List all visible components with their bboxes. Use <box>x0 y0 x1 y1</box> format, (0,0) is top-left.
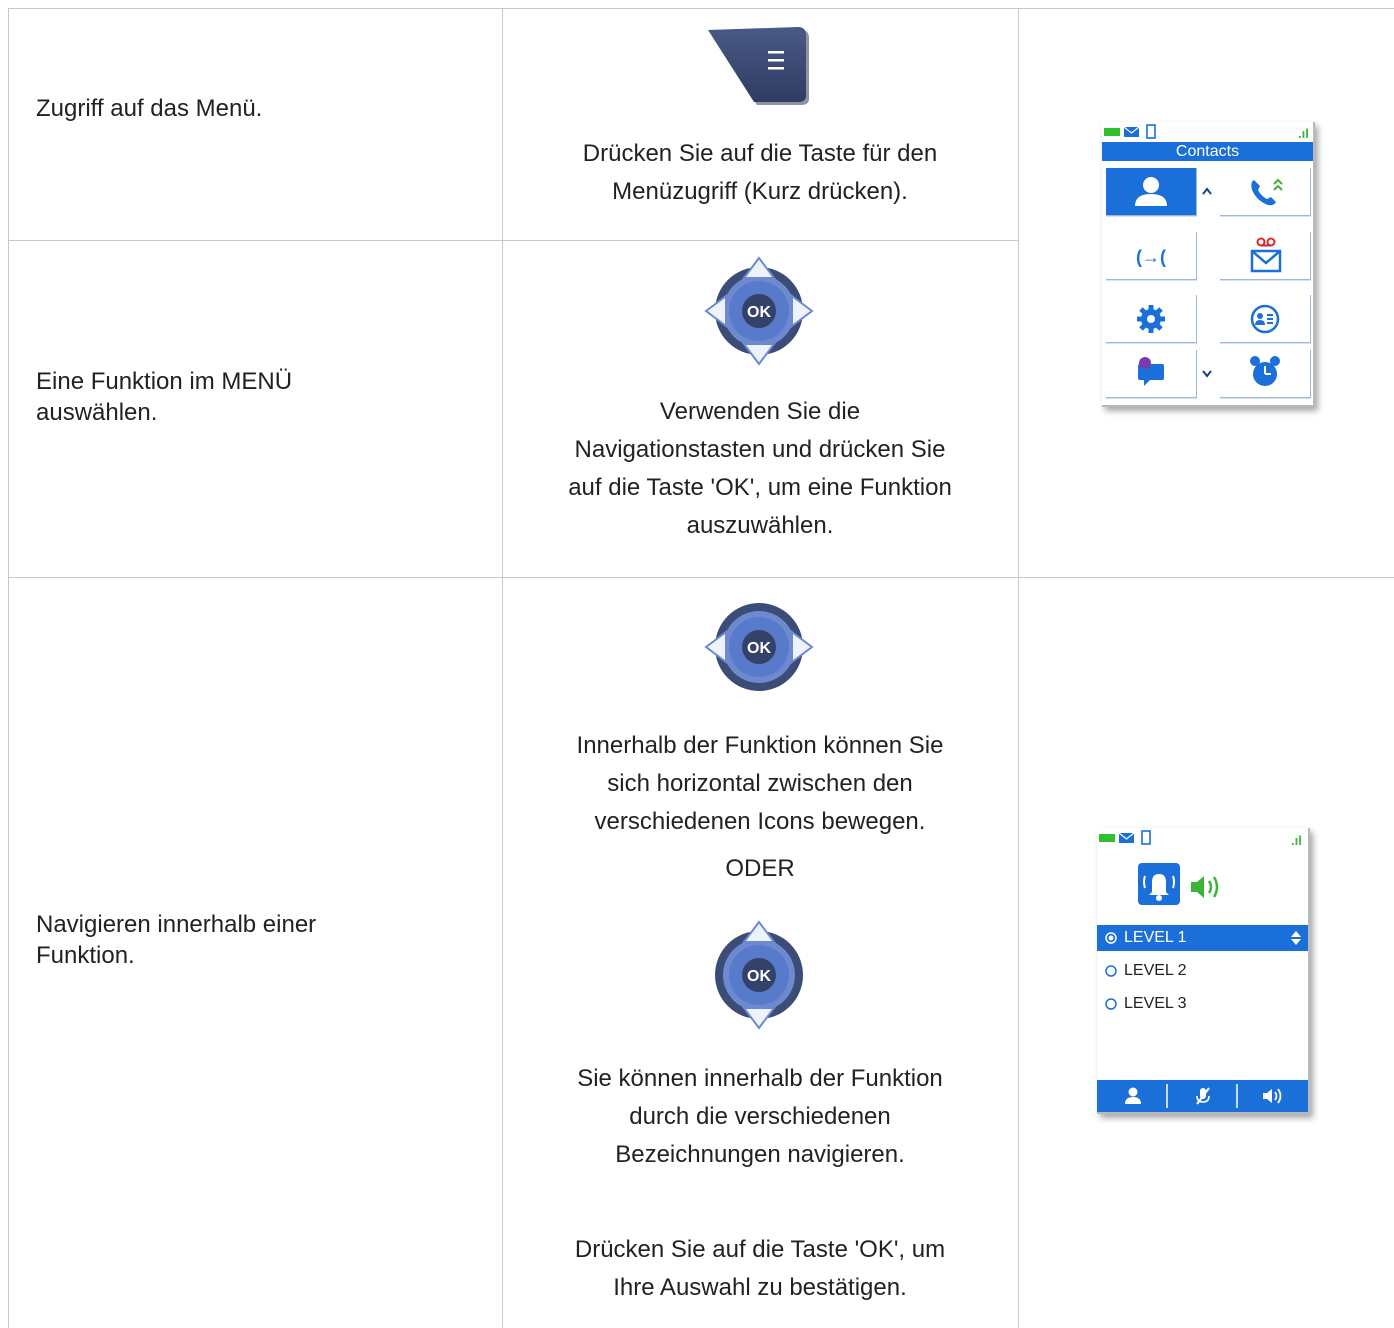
call-log-icon <box>1251 178 1283 206</box>
phone-level-screen: .ıl LEVEL 1 LEVEL 2 LEVEL 3 <box>1097 828 1310 1114</box>
user-icon[interactable] <box>1123 1086 1143 1106</box>
tile-settings[interactable] <box>1106 295 1197 343</box>
svg-text:(→(: (→( <box>1136 247 1166 267</box>
row2-instruction-line1: Verwenden Sie die <box>659 398 861 425</box>
level-item-label: LEVEL 1 <box>1124 929 1187 946</box>
row-divider-1 <box>8 240 1018 241</box>
vcard-icon <box>1250 304 1280 334</box>
ok-label: OK <box>747 304 771 321</box>
radio-icon <box>1105 998 1117 1010</box>
ringer-icon[interactable] <box>1137 862 1185 908</box>
voicemail-icon <box>1250 237 1282 273</box>
tile-voicemail[interactable] <box>1220 232 1311 280</box>
row3-instruction-b-line1: Sie können innerhalb der Funktion <box>577 1065 943 1092</box>
level-item-1[interactable]: LEVEL 1 <box>1097 925 1308 951</box>
row3-instruction-b-line2: durch die verschiedenen <box>629 1103 891 1130</box>
or-label: ODER <box>725 855 795 882</box>
nav-key-4way-icon: OK <box>704 256 814 366</box>
row1-instruction: Drücken Sie auf die Taste für den Menüzu… <box>582 140 938 205</box>
tile-vcard[interactable] <box>1220 295 1311 343</box>
mute-icon[interactable] <box>1193 1086 1213 1106</box>
column-divider-1 <box>502 8 503 1328</box>
nav-key-vertical-icon: OK <box>715 920 803 1030</box>
battery-icon <box>1104 128 1120 136</box>
status-bar: .ıl <box>1099 830 1302 848</box>
level-item-label: LEVEL 3 <box>1124 995 1187 1012</box>
tile-transfer[interactable]: (→( <box>1106 232 1197 280</box>
ok-label: OK <box>747 640 771 657</box>
tile-alarm[interactable] <box>1220 350 1311 398</box>
contacts-icon <box>1135 177 1167 206</box>
row3-confirm-line1: Drücken Sie auf die Taste 'OK', um <box>574 1236 946 1263</box>
row3-instruction-b-line3: Bezeichnungen navigieren. <box>615 1141 905 1168</box>
row3-instruction-a-line3: verschiedenen Icons bewegen. <box>594 808 926 835</box>
vibrate-icon <box>1146 124 1156 139</box>
scroll-up-icon <box>1202 187 1212 195</box>
signal-icon: .ıl <box>1291 833 1302 848</box>
row1-description: Zugriff auf das Menü. <box>36 95 263 122</box>
tile-call-log[interactable] <box>1220 168 1311 216</box>
row2-instruction-line3: auf die Taste 'OK', um eine Funktion <box>568 474 952 501</box>
radio-selected-icon <box>1105 932 1117 944</box>
softkey-bar <box>1097 1080 1308 1112</box>
menu-key-icon <box>708 27 809 105</box>
speaker-icon[interactable] <box>1261 1086 1283 1106</box>
row-divider-2 <box>8 577 1394 578</box>
row3-instruction-a-line1: Innerhalb der Funktion können Sie <box>576 732 944 759</box>
level-item-label: LEVEL 2 <box>1124 962 1187 979</box>
tile-chat[interactable] <box>1106 350 1197 398</box>
row3-description: Navigieren innerhalb einer Funktion. <box>36 911 317 969</box>
alarm-icon <box>1250 356 1280 386</box>
settings-icon <box>1137 305 1165 333</box>
row3-instruction-a-line2: sich horizontal zwischen den <box>607 770 913 797</box>
phone-menu-screen: .ıl Contacts (→( <box>1102 122 1315 407</box>
menu-title: Contacts <box>1102 142 1313 161</box>
row2-instruction-line2: Navigationstasten und drücken Sie <box>574 436 946 463</box>
level-item-2[interactable]: LEVEL 2 <box>1097 958 1308 984</box>
row2-description: Eine Funktion im MENÜ auswählen. <box>36 368 293 426</box>
radio-icon <box>1105 965 1117 977</box>
vibrate-icon <box>1141 830 1151 845</box>
tile-contacts[interactable] <box>1106 168 1197 216</box>
ok-label: OK <box>747 968 771 985</box>
chat-icon <box>1138 357 1164 386</box>
scroll-down-icon <box>1202 370 1212 378</box>
column-divider-2 <box>1018 8 1019 1328</box>
level-item-3[interactable]: LEVEL 3 <box>1097 991 1308 1017</box>
row3-confirm-line2: Ihre Auswahl zu bestätigen. <box>613 1274 907 1301</box>
table-border-left <box>8 8 9 1328</box>
status-bar: .ıl <box>1104 124 1309 141</box>
battery-icon <box>1099 834 1115 842</box>
transfer-icon: (→( <box>1136 247 1166 267</box>
row2-instruction-line4: auszuwählen. <box>686 512 834 539</box>
updown-icon <box>1291 931 1301 945</box>
signal-icon: .ıl <box>1298 126 1309 141</box>
table-border-top <box>8 8 1394 9</box>
nav-key-horizontal-icon: OK <box>704 603 814 691</box>
volume-icon <box>1191 876 1219 898</box>
